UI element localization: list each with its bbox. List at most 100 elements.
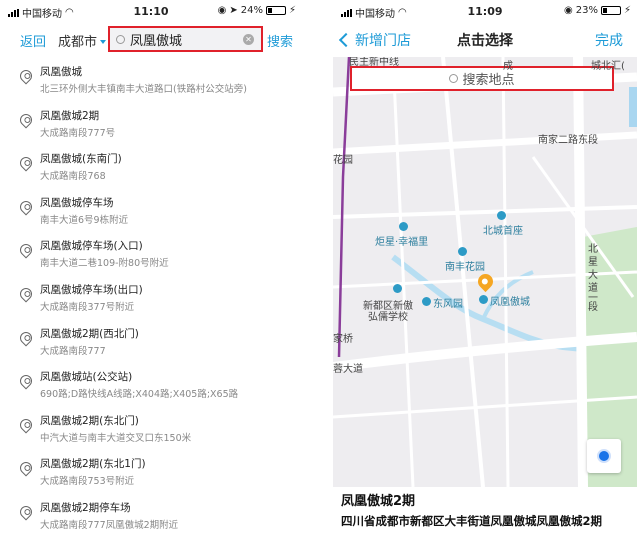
- result-item[interactable]: 凤凰傲城停车场(出口) 大成路南段377号附近: [0, 278, 302, 322]
- result-item[interactable]: 凤凰傲城2期停车场 大成路南段777凤凰傲城2期附近: [0, 496, 302, 536]
- charging-icon: ⚡: [623, 5, 631, 16]
- page-title: 点击选择: [457, 33, 513, 49]
- search-icon: [449, 74, 459, 83]
- result-name: 凤凰傲城2期(西北门): [40, 327, 139, 340]
- location-icon: ➤: [229, 5, 238, 16]
- locate-me-button[interactable]: [587, 439, 621, 473]
- result-name: 凤凰傲城(东南门): [40, 153, 122, 166]
- done-button[interactable]: 完成: [595, 30, 623, 50]
- result-item[interactable]: 凤凰傲城2期(东北门) 中汽大道与南丰大道交叉口东150米: [0, 409, 302, 453]
- result-item[interactable]: 凤凰傲城2期大成路南段777号: [0, 104, 302, 148]
- location-pin-icon: [17, 285, 35, 303]
- location-pin-icon: [17, 329, 35, 347]
- search-button[interactable]: 搜索: [267, 31, 293, 50]
- result-address: 南丰大道6号9栋附近: [40, 214, 129, 226]
- battery-percent: 24%: [240, 5, 263, 16]
- location-pin-icon: [17, 67, 35, 85]
- map-view[interactable]: 搜索地点 民主新中线 成 城北汇( 南家二路东段 花园 炬星·幸福里 北城首座 …: [333, 57, 637, 487]
- result-item[interactable]: 凤凰傲城2期(西北门) 大成路南段777: [0, 322, 302, 366]
- result-item[interactable]: 凤凰傲城停车场(入口) 南丰大道二巷109-附80号附近: [0, 234, 302, 278]
- charging-icon: ⚡: [288, 5, 296, 16]
- poi-icon: [422, 297, 431, 306]
- map-poi-label: 炬星·幸福里: [375, 237, 429, 248]
- result-address: 大成路南段753号附近: [40, 476, 135, 488]
- result-name: 凤凰傲城2期(东北门): [40, 414, 139, 427]
- search-box[interactable]: ✕: [108, 26, 263, 52]
- city-name: 成都市: [58, 35, 98, 50]
- clear-icon[interactable]: ✕: [243, 34, 254, 45]
- selected-place-title: 凤凰傲城2期: [341, 494, 416, 509]
- result-address: 中汽大道与南丰大道交叉口东150米: [40, 432, 192, 444]
- map-label: 段: [588, 302, 598, 313]
- result-name: 凤凰傲城2期停车场: [40, 501, 131, 514]
- map-label: 花园: [333, 155, 353, 166]
- map-label: 弘儒学校: [368, 312, 408, 323]
- map-poi-label: 南丰花园: [445, 262, 485, 273]
- poi-icon: [497, 211, 506, 220]
- result-name: 凤凰傲城: [40, 66, 82, 78]
- result-item[interactable]: 凤凰傲城停车场南丰大道6号9栋附近: [0, 191, 302, 235]
- search-results-screen: 中国移动 ◠ 11:10 ◉ ➤ 24% ⚡ 返回 成都市 ✕ 搜索 凤凰傲城北…: [0, 0, 302, 536]
- result-address: 690路;D路快线A线路;X404路;X405路;X65路: [40, 389, 239, 401]
- result-address: 大成路南段777号: [40, 127, 116, 139]
- result-name: 凤凰傲城停车场(入口): [40, 240, 143, 253]
- location-pin-icon: [17, 241, 35, 259]
- map-poi-label: 东风园: [433, 299, 463, 310]
- result-item[interactable]: 凤凰傲城(东南门) 大成路南段768: [0, 147, 302, 191]
- search-icon: [116, 34, 125, 44]
- status-right: ◉ ➤ 24% ⚡: [218, 5, 296, 16]
- orientation-lock-icon: ◉: [564, 5, 573, 16]
- result-name: 凤凰傲城2期: [40, 109, 100, 122]
- location-pin-icon: [17, 372, 35, 390]
- selected-place-info: 凤凰傲城2期 四川省成都市新都区大丰街道凤凰傲城凤凰傲城2期: [341, 490, 637, 529]
- back-button[interactable]: 返回: [20, 31, 46, 50]
- location-pin-icon: [17, 154, 35, 172]
- result-address: 大成路南段768: [40, 171, 106, 183]
- location-pin-icon: [17, 198, 35, 216]
- result-name: 凤凰傲城停车场(出口): [40, 283, 143, 296]
- results-list: 凤凰傲城 北三环外侧大丰镇南丰大道路口(铁路村公交站旁) 凤凰傲城2期 大成路南段77…: [0, 60, 302, 536]
- battery-icon: [265, 6, 286, 15]
- caret-down-icon: [100, 39, 107, 44]
- poi-icon: [479, 295, 488, 304]
- city-selector[interactable]: 成都市: [58, 31, 107, 50]
- map-nav-bar: 新增门店 点击选择 完成: [333, 22, 637, 56]
- location-pin-icon: [17, 503, 35, 521]
- poi-icon: [458, 247, 467, 256]
- orientation-lock-icon: ◉: [217, 5, 227, 16]
- result-name: 凤凰傲城站(公交站): [40, 371, 133, 384]
- location-pin-icon: [17, 416, 35, 434]
- map-label: 蓉大道: [333, 364, 363, 375]
- status-bar: 中国移动 ◠ 11:10 ◉ ➤ 24% ⚡: [0, 0, 302, 22]
- map-label: 民主新中线: [349, 57, 399, 68]
- selected-place-address: 四川省成都市新都区大丰街道凤凰傲城凤凰傲城2期: [341, 514, 602, 528]
- result-item[interactable]: 凤凰傲城站(公交站) 690路;D路快线A线路;X404路;X405路;X65路: [0, 365, 302, 409]
- result-address: 大成路南段377号附近: [40, 301, 135, 313]
- location-dot-icon: [597, 449, 611, 463]
- result-address: 大成路南段777: [40, 345, 106, 357]
- map-poi-label: 北城首座: [483, 226, 523, 237]
- result-name: 凤凰傲城停车场: [40, 196, 114, 209]
- map-label: 南家二路东段: [538, 135, 598, 146]
- poi-icon: [393, 284, 402, 293]
- map-poi-label: 凤凰傲城: [490, 297, 530, 308]
- result-address: 南丰大道二巷109-附80号附近: [40, 258, 169, 270]
- search-nav-bar: 返回 成都市 ✕ 搜索: [0, 22, 302, 56]
- map-picker-screen: 中国移动 ◠ 11:09 ◉ 23% ⚡ 新增门店 点击选择 完成 搜索地点 民…: [333, 0, 637, 536]
- map-label: 家桥: [333, 334, 353, 345]
- status-bar: 中国移动 ◠ 11:09 ◉ 23% ⚡: [333, 0, 637, 22]
- result-address: 北三环外侧大丰镇南丰大道路口(铁路村公交站旁): [40, 84, 247, 95]
- result-item[interactable]: 凤凰傲城北三环外侧大丰镇南丰大道路口(铁路村公交站旁): [0, 60, 302, 104]
- map-label: 城北汇(: [591, 61, 625, 72]
- battery-icon: [600, 6, 621, 15]
- result-name: 凤凰傲城2期(东北1门): [40, 458, 146, 471]
- map-label: 成: [503, 61, 513, 72]
- location-pin-icon: [17, 111, 35, 129]
- poi-icon: [399, 222, 408, 231]
- battery-percent: 23%: [575, 5, 598, 16]
- result-item[interactable]: 凤凰傲城2期(东北1门) 大成路南段753号附近: [0, 452, 302, 496]
- map-search-box[interactable]: 搜索地点: [350, 66, 614, 91]
- location-pin-icon: [17, 459, 35, 477]
- status-right: ◉ 23% ⚡: [564, 5, 631, 16]
- search-input[interactable]: [130, 31, 230, 47]
